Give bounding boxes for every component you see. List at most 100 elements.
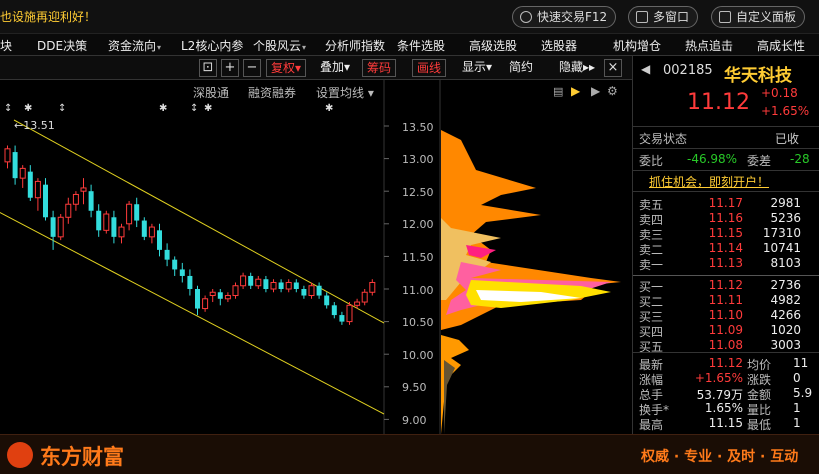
bid-row[interactable]: 买三 11.10 4266 (633, 308, 819, 324)
price-tick: 13.00 (402, 153, 434, 166)
candles-group (4, 145, 376, 325)
candle-body (331, 305, 337, 316)
candle-body (43, 184, 48, 218)
weibi-value: -46.98% (687, 152, 738, 166)
price-tick: 12.50 (402, 186, 434, 199)
stat-value: 11 (793, 356, 809, 370)
level-volume: 5236 (770, 211, 801, 225)
level-price: 11.12 (708, 278, 743, 292)
candle-body (118, 226, 125, 238)
candle-body (172, 259, 178, 270)
candle-body (80, 187, 87, 192)
candle-body (369, 281, 376, 293)
level-price: 11.09 (708, 323, 743, 337)
brand-name: 东方财富 (40, 445, 124, 469)
candle-body (179, 269, 185, 276)
stat-row: 最高 11.15 最低 1 (633, 416, 819, 432)
bid-row[interactable]: 买四 11.09 1020 (633, 323, 819, 339)
custom-panel-button[interactable]: 自定义面板 (711, 6, 806, 28)
weibi-label: 委比 (639, 154, 664, 168)
candle-body (361, 291, 368, 303)
level-price: 11.10 (708, 308, 743, 322)
level-volume: 17310 (762, 226, 801, 240)
brand-slogan: 权威 · 专业 · 及时 · 互动 (641, 449, 799, 465)
stat-row: 总手 53.79万 金额 5.9 (633, 386, 819, 402)
nav-item-gaochengzhang[interactable]: 高成长性 (757, 37, 805, 54)
candle-body (134, 204, 140, 221)
candle-body (195, 289, 200, 309)
stat-value: +1.65% (694, 371, 743, 385)
open-account-link[interactable]: 抓住机会，即刻开户！ (649, 173, 769, 190)
stat-value: 11.15 (708, 416, 743, 430)
channel-lower-line (0, 212, 385, 415)
bid-row[interactable]: 买一 11.12 2736 (633, 278, 819, 294)
level-volume: 4982 (770, 293, 801, 307)
level-volume: 3003 (770, 338, 801, 352)
level-label: 卖一 (639, 258, 664, 272)
level-price: 11.14 (708, 241, 743, 255)
candle-body (126, 203, 133, 225)
stock-change: +0.18 (761, 86, 798, 100)
candle-body (202, 298, 209, 310)
weicha-value: -28 (790, 152, 810, 166)
ask-row[interactable]: 卖三 11.15 17310 (633, 226, 819, 242)
candlestick-chart[interactable] (0, 0, 632, 434)
ask-row[interactable]: 卖四 11.16 5236 (633, 211, 819, 227)
candle-body (50, 217, 56, 237)
footer-bar: 东方财富 权威 · 专业 · 及时 · 互动 (0, 434, 819, 474)
multi-window-button[interactable]: 多窗口 (628, 6, 699, 28)
level-volume: 10741 (762, 241, 801, 255)
candle-body (285, 281, 292, 290)
candle-body (354, 301, 361, 306)
candle-body (96, 210, 102, 231)
candle-body (72, 193, 79, 205)
candle-body (240, 275, 247, 287)
price-tick: 9.50 (402, 381, 427, 394)
status-value: 已收 (775, 132, 800, 146)
candle-body (308, 285, 315, 297)
stock-price: 11.12 (687, 90, 750, 115)
candle-body (12, 152, 18, 179)
stat-value: 0 (793, 371, 801, 385)
ask-row[interactable]: 卖五 11.17 2981 (633, 196, 819, 212)
candle-body (232, 285, 239, 297)
candle-body (255, 278, 262, 287)
nav-item-redian[interactable]: 热点追击 (685, 37, 733, 54)
candle-body (293, 282, 299, 289)
candle-body (88, 191, 94, 211)
bid-row[interactable]: 买五 11.08 3003 (633, 338, 819, 354)
quote-panel: ◀ 002185 华天科技 11.12 +0.18 +1.65% 交易状态 已收… (632, 56, 819, 434)
bid-row[interactable]: 买二 11.11 4982 (633, 293, 819, 309)
candle-body (263, 279, 269, 289)
candle-body (4, 148, 11, 163)
stat-value: 1 (793, 416, 801, 430)
chip-distribution (441, 130, 621, 434)
custom-panel-label: 自定义面板 (736, 10, 797, 24)
prev-stock-icon[interactable]: ◀ (641, 62, 650, 76)
candle-body (324, 295, 330, 306)
level-price: 11.15 (708, 226, 743, 240)
candle-body (103, 213, 110, 231)
stat-row: 换手* 1.65% 量比 1 (633, 401, 819, 417)
level-volume: 2736 (770, 278, 801, 292)
ask-row[interactable]: 卖一 11.13 8103 (633, 256, 819, 272)
candle-body (111, 217, 117, 237)
level-price: 11.08 (708, 338, 743, 352)
price-tick: 10.50 (402, 316, 434, 329)
price-tick: 10.00 (402, 349, 434, 362)
candle-body (217, 292, 223, 299)
candle-body (187, 275, 193, 289)
candle-body (346, 304, 353, 323)
candle-body (27, 171, 33, 198)
ask-row[interactable]: 卖二 11.14 10741 (633, 241, 819, 257)
stock-name: 华天科技 (724, 66, 792, 86)
candle-body (248, 275, 254, 286)
status-label: 交易状态 (639, 132, 688, 146)
candle-body (157, 230, 162, 250)
candle-body (316, 285, 322, 296)
price-tick: 9.00 (402, 414, 427, 427)
window-icon (636, 11, 648, 23)
candle-body (141, 220, 147, 237)
stat-value: 5.9 (793, 386, 813, 400)
high-marker-label: ←13.51 (14, 119, 55, 132)
